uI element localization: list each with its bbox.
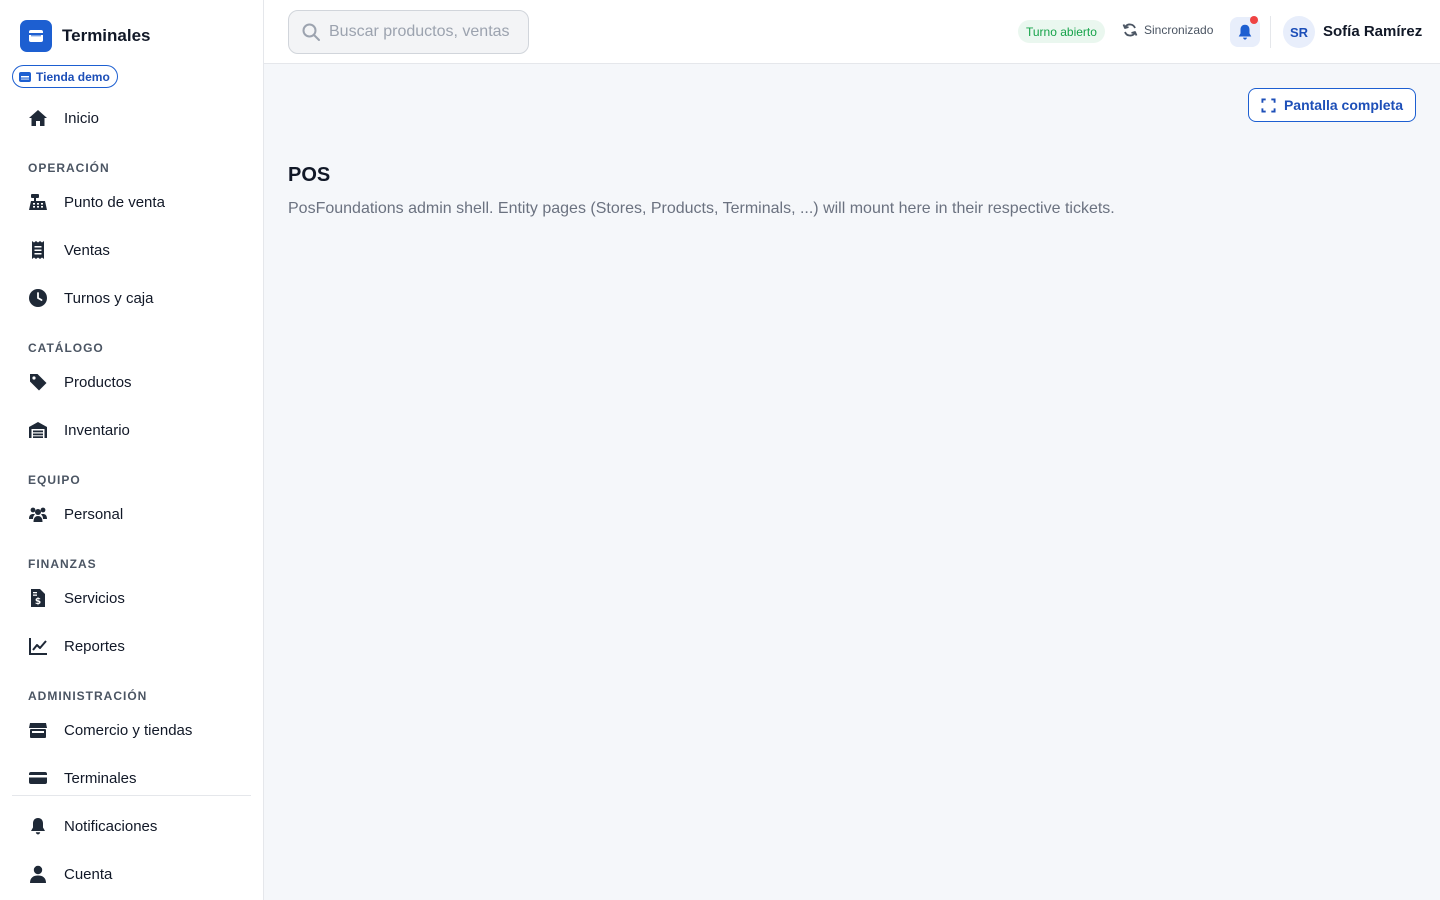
notifications-button[interactable] (1230, 16, 1260, 47)
fullscreen-button-label: Pantalla completa (1283, 97, 1404, 113)
sidebar-item-productos[interactable]: Productos (12, 362, 252, 402)
store-icon (19, 71, 31, 82)
page-description: PosFoundations admin shell. Entity pages… (288, 200, 1115, 217)
section-finanzas: FINANZAS (28, 557, 97, 571)
bell-icon (1238, 24, 1252, 40)
svg-text:$: $ (35, 597, 41, 607)
sidebar-item-reportes[interactable]: Reportes (12, 626, 252, 666)
users-icon (28, 504, 48, 524)
search-icon (302, 23, 320, 41)
sidebar-item-turnos-y-caja[interactable]: Turnos y caja (12, 278, 252, 318)
bell-icon (28, 816, 48, 836)
page-title: POS (288, 164, 331, 186)
sidebar-item-label: Cuenta (64, 865, 113, 883)
topbar-divider (1270, 16, 1271, 48)
search-input[interactable] (329, 23, 519, 41)
sidebar-item-label: Notificaciones (64, 817, 158, 835)
expand-icon (1261, 97, 1276, 113)
sidebar-item-label: Inicio (64, 109, 100, 127)
sidebar: Terminales Tienda demo Inicio OPERACIÓN … (0, 0, 264, 900)
search-box[interactable] (288, 10, 529, 54)
store-selector[interactable]: Tienda demo (12, 65, 118, 88)
tag-icon (28, 372, 48, 392)
app-title: Terminales (62, 26, 151, 45)
sidebar-item-ventas[interactable]: Ventas (12, 230, 252, 270)
sidebar-item-label: Ventas (64, 241, 110, 259)
sidebar-item-label: Inventario (64, 421, 130, 439)
section-administracion: ADMINISTRACIÓN (28, 689, 148, 703)
sync-status: Sincronizado (1122, 22, 1213, 38)
user-icon (28, 864, 48, 884)
sidebar-item-label: Reportes (64, 637, 125, 655)
sidebar-item-label: Comercio y tiendas (64, 721, 193, 739)
sidebar-item-personal[interactable]: Personal (12, 494, 252, 534)
sidebar-item-inicio[interactable]: Inicio (12, 98, 252, 138)
clock-icon (28, 288, 48, 308)
sidebar-item-cuenta[interactable]: Cuenta (12, 854, 252, 894)
avatar[interactable]: SR (1283, 16, 1315, 48)
sidebar-item-terminales[interactable]: Terminales (12, 758, 252, 798)
store-name: Tienda demo (36, 69, 110, 84)
store-logo-icon (20, 20, 52, 52)
sidebar-item-comercio-y-tiendas[interactable]: Comercio y tiendas (12, 710, 252, 750)
store-icon (28, 720, 48, 740)
sidebar-divider (12, 795, 251, 796)
refresh-icon (1122, 23, 1138, 37)
sidebar-item-label: Terminales (64, 769, 137, 787)
invoice-dollar-icon: $ (28, 588, 48, 608)
line-chart-icon (28, 636, 48, 656)
fullscreen-button[interactable]: Pantalla completa (1248, 88, 1416, 122)
section-operacion: OPERACIÓN (28, 161, 110, 175)
sidebar-item-label: Productos (64, 373, 132, 391)
brand: Terminales (20, 20, 151, 52)
receipt-icon (28, 240, 48, 260)
sidebar-item-servicios[interactable]: $ Servicios (12, 578, 252, 618)
section-equipo: EQUIPO (28, 473, 81, 487)
sidebar-item-inventario[interactable]: Inventario (12, 410, 252, 450)
topbar: Turno abierto Sincronizado SR Sofía Ramí… (264, 0, 1440, 64)
sidebar-item-label: Servicios (64, 589, 125, 607)
sidebar-item-label: Punto de venta (64, 193, 165, 211)
sidebar-item-label: Personal (64, 505, 124, 523)
cash-register-icon (28, 192, 48, 212)
notification-dot (1250, 16, 1258, 24)
sync-status-label: Sincronizado (1144, 23, 1214, 37)
sidebar-item-punto-de-venta[interactable]: Punto de venta (12, 182, 252, 222)
section-catalogo: CATÁLOGO (28, 341, 104, 355)
warehouse-icon (28, 420, 48, 440)
user-name[interactable]: Sofía Ramírez (1323, 23, 1422, 40)
shift-status-badge: Turno abierto (1018, 20, 1105, 43)
sidebar-item-label: Turnos y caja (64, 289, 154, 307)
home-icon (28, 108, 48, 128)
sidebar-item-notificaciones[interactable]: Notificaciones (12, 806, 252, 846)
credit-card-icon (28, 768, 48, 788)
